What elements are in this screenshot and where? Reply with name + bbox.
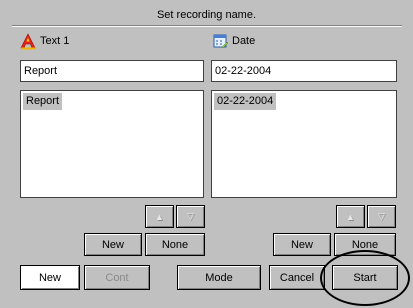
- mode-button[interactable]: Mode: [177, 265, 261, 290]
- date-new-button[interactable]: New: [273, 233, 331, 256]
- list-item[interactable]: 02-22-2004: [214, 93, 277, 110]
- date-scroll-down-button[interactable]: ▽: [367, 205, 396, 228]
- date-history-list[interactable]: 02-22-2004: [211, 90, 397, 198]
- text1-name-field[interactable]: Report: [20, 60, 204, 82]
- new-recording-button[interactable]: New: [20, 265, 80, 290]
- list-item[interactable]: Report: [23, 93, 63, 110]
- date-scroll-up-button[interactable]: ▲: [336, 205, 365, 228]
- arrow-up-icon: ▲: [155, 211, 164, 222]
- text1-scroll-up-button[interactable]: ▲: [145, 205, 174, 228]
- text1-none-button[interactable]: None: [145, 233, 205, 256]
- text1-header-label: Text 1: [40, 35, 70, 47]
- date-header-label: Date: [232, 35, 256, 47]
- start-button[interactable]: Start: [332, 265, 398, 290]
- arrow-up-icon: ▲: [346, 211, 355, 222]
- text-a-icon: [20, 32, 37, 50]
- calendar-icon: [212, 33, 229, 50]
- date-header: Date: [212, 32, 362, 50]
- text1-header: Text 1: [20, 32, 170, 50]
- text1-scroll-down-button[interactable]: ▽: [176, 205, 205, 228]
- text1-new-button[interactable]: New: [84, 233, 142, 256]
- cancel-button[interactable]: Cancel: [269, 265, 325, 290]
- date-name-field[interactable]: 02-22-2004: [211, 60, 397, 82]
- title-divider: [12, 25, 402, 27]
- dialog-title: Set recording name.: [156, 9, 257, 21]
- date-none-button[interactable]: None: [334, 233, 396, 256]
- text1-history-list[interactable]: Report: [20, 90, 204, 198]
- cont-button[interactable]: Cont: [84, 265, 150, 290]
- arrow-down-icon: ▽: [187, 211, 194, 221]
- arrow-down-icon: ▽: [378, 211, 385, 221]
